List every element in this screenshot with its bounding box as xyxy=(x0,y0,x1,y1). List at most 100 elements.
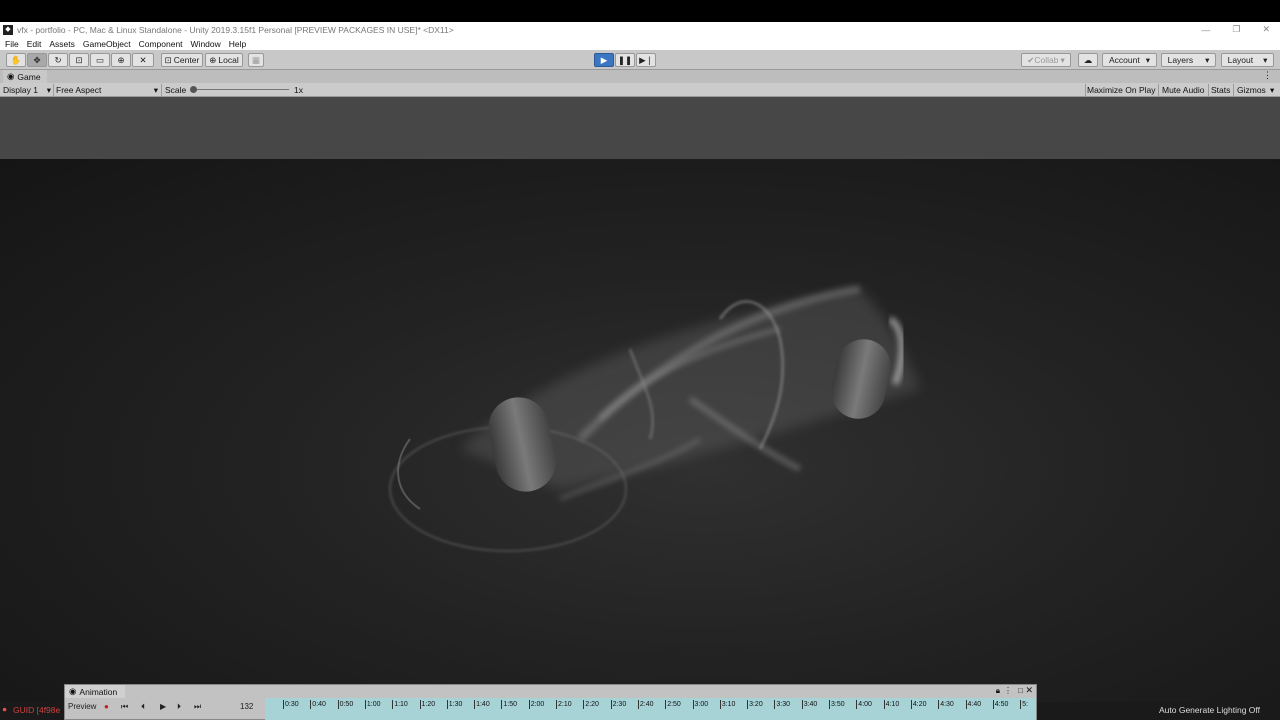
last-key-button[interactable]: ⏭ xyxy=(194,702,201,712)
menu-gameobject[interactable]: GameObject xyxy=(83,39,131,49)
stats-toggle[interactable]: Stats xyxy=(1211,83,1230,97)
timeline-tick-mark xyxy=(501,700,503,709)
tab-game[interactable]: ◉ Game xyxy=(3,70,47,83)
grid-snap-icon[interactable]: ▦ xyxy=(248,53,264,67)
display-dropdown[interactable]: Display 1 ▾ xyxy=(3,83,51,97)
menu-window[interactable]: Window xyxy=(191,39,221,49)
timeline-tick-label: 2:00 xyxy=(530,701,545,708)
menu-file[interactable]: File xyxy=(5,39,19,49)
timeline-tick-mark xyxy=(910,700,912,709)
timeline-tick-mark xyxy=(528,700,530,709)
timeline-tick-label: 3:20 xyxy=(749,701,763,708)
maximize-icon[interactable]: □ xyxy=(1018,686,1023,695)
timeline-tick-mark xyxy=(856,700,858,709)
timeline-tick-mark xyxy=(446,700,448,709)
timeline-tick-mark xyxy=(747,700,749,709)
timeline-tick-label: 2:20 xyxy=(585,701,599,708)
timeline-tick-mark xyxy=(665,700,667,709)
timeline-tick-mark xyxy=(283,700,284,709)
timeline-tick-label: 4:20 xyxy=(912,701,927,708)
scale-slider-thumb[interactable] xyxy=(190,86,197,93)
chevron-down-icon: ▾ xyxy=(46,84,51,95)
timeline-tick-mark xyxy=(556,700,557,709)
gizmos-chevron-icon[interactable]: ▾ xyxy=(1270,83,1274,97)
timeline-tick-label: 2:40 xyxy=(639,701,654,708)
tab-animation[interactable]: ◉ Animation xyxy=(65,685,126,698)
layers-dropdown[interactable]: Layers ▾ xyxy=(1161,53,1216,67)
timeline-tick-label: 4:40 xyxy=(967,701,982,708)
frame-field[interactable]: 132 xyxy=(240,702,253,711)
account-dropdown[interactable]: Account ▾ xyxy=(1102,53,1157,67)
timeline-tick-mark xyxy=(392,700,394,709)
scale-value: 1x xyxy=(294,85,303,95)
lock-icon[interactable]: 🔒︎ xyxy=(996,686,1000,696)
scale-slider-track[interactable] xyxy=(193,89,289,90)
rotate-tool-icon[interactable]: ↻ xyxy=(48,53,68,67)
close-icon[interactable]: ✕ xyxy=(1025,685,1033,696)
timeline-tick-mark xyxy=(1020,700,1022,709)
timeline-tick-mark xyxy=(719,700,721,709)
menu-component[interactable]: Component xyxy=(139,39,183,49)
scale-tool-icon[interactable]: ⊡ xyxy=(69,53,89,67)
custom-tool-icon[interactable]: ✕ xyxy=(132,53,154,67)
play-animation-button[interactable]: ▶ xyxy=(160,702,166,711)
hand-tool-icon[interactable]: ✋ xyxy=(6,53,26,67)
status-error-text[interactable]: GUID [4f98e xyxy=(13,705,60,715)
record-button[interactable]: ● xyxy=(104,702,109,711)
game-view-toolbar: Display 1 ▾ Free Aspect ▾ Scale 1x Maximiz… xyxy=(0,83,1280,97)
game-viewport[interactable] xyxy=(0,159,1280,720)
mute-audio-toggle[interactable]: Mute Audio xyxy=(1162,83,1205,97)
timeline-tick-label: 3:30 xyxy=(776,701,791,708)
game-tab-bar: ◉ Game ⋮ xyxy=(0,70,1280,83)
play-button[interactable]: ▶ xyxy=(594,53,614,67)
maximize-on-play-toggle[interactable]: Maximize On Play xyxy=(1087,83,1156,97)
timeline-tick-label: 1:10 xyxy=(394,701,408,708)
chevron-down-icon: ▾ xyxy=(1205,54,1210,65)
gizmos-toggle[interactable]: Gizmos xyxy=(1237,83,1266,97)
timeline-tick-mark xyxy=(965,700,967,709)
menu-assets[interactable]: Assets xyxy=(49,39,75,49)
transform-tool-icon[interactable]: ⊕ xyxy=(111,53,131,67)
step-button[interactable]: ▶❘ xyxy=(636,53,656,67)
rect-tool-icon[interactable]: ▭ xyxy=(90,53,110,67)
vfx-scene xyxy=(389,285,920,552)
next-key-button[interactable]: ⏵ xyxy=(177,702,181,712)
pivot-local-button[interactable]: ⊕ Local xyxy=(205,53,243,67)
scale-label: Scale xyxy=(165,85,187,95)
close-button[interactable]: ✕ xyxy=(1262,24,1270,35)
menu-help[interactable]: Help xyxy=(229,39,246,49)
timeline-tick-mark xyxy=(419,700,421,709)
collab-dropdown[interactable]: ✔ Collab ▾ xyxy=(1021,53,1071,67)
timeline-ruler[interactable]: 0:30 0:40 0:50 1:00 1:10 1:20 1:30 1:40 1:50 2:00… xyxy=(265,698,1036,720)
timeline-tick-label: 1:40 xyxy=(476,701,490,708)
timeline-tick-label: 5: xyxy=(1022,701,1028,708)
layout-dropdown[interactable]: Layout ▾ xyxy=(1221,53,1274,67)
check-icon: ✔ xyxy=(1027,54,1035,65)
timeline-tick-label: 1:50 xyxy=(503,701,518,708)
first-key-button[interactable]: ⏮ xyxy=(121,702,128,712)
minimize-button[interactable]: — xyxy=(1201,25,1210,35)
cloud-icon[interactable]: ☁ xyxy=(1078,53,1098,67)
preview-toggle[interactable]: Preview xyxy=(68,702,96,711)
timeline-tick-label: 3:50 xyxy=(831,701,845,708)
chevron-down-icon: ▾ xyxy=(1145,54,1150,65)
tab-menu-icon[interactable]: ⋮ xyxy=(1263,70,1272,81)
pause-button[interactable]: ❚❚ xyxy=(615,53,635,67)
timeline-tick-label: 2:10 xyxy=(558,701,572,708)
restore-button[interactable]: ❐ xyxy=(1232,24,1240,35)
timeline-tick-mark xyxy=(364,700,366,709)
timeline-tick-mark xyxy=(992,700,994,709)
prev-key-button[interactable]: ⏴ xyxy=(141,702,145,712)
unity-logo-icon: ◆ xyxy=(3,24,13,35)
timeline-tick-label: 1:20 xyxy=(421,701,436,708)
timeline-tick-mark xyxy=(610,700,612,709)
timeline-tick-label: 4:10 xyxy=(885,701,900,708)
animation-icon: ◉ xyxy=(69,686,77,696)
timeline-tick-mark xyxy=(637,700,639,709)
pivot-center-button[interactable]: ⊡ Center xyxy=(161,53,203,67)
menu-edit[interactable]: Edit xyxy=(27,39,42,49)
menu-icon[interactable]: ⋮ xyxy=(1004,686,1012,695)
timeline-tick-mark xyxy=(829,700,830,709)
aspect-dropdown[interactable]: Free Aspect ▾ xyxy=(56,83,158,97)
move-tool-icon[interactable]: ✥ xyxy=(27,53,47,67)
